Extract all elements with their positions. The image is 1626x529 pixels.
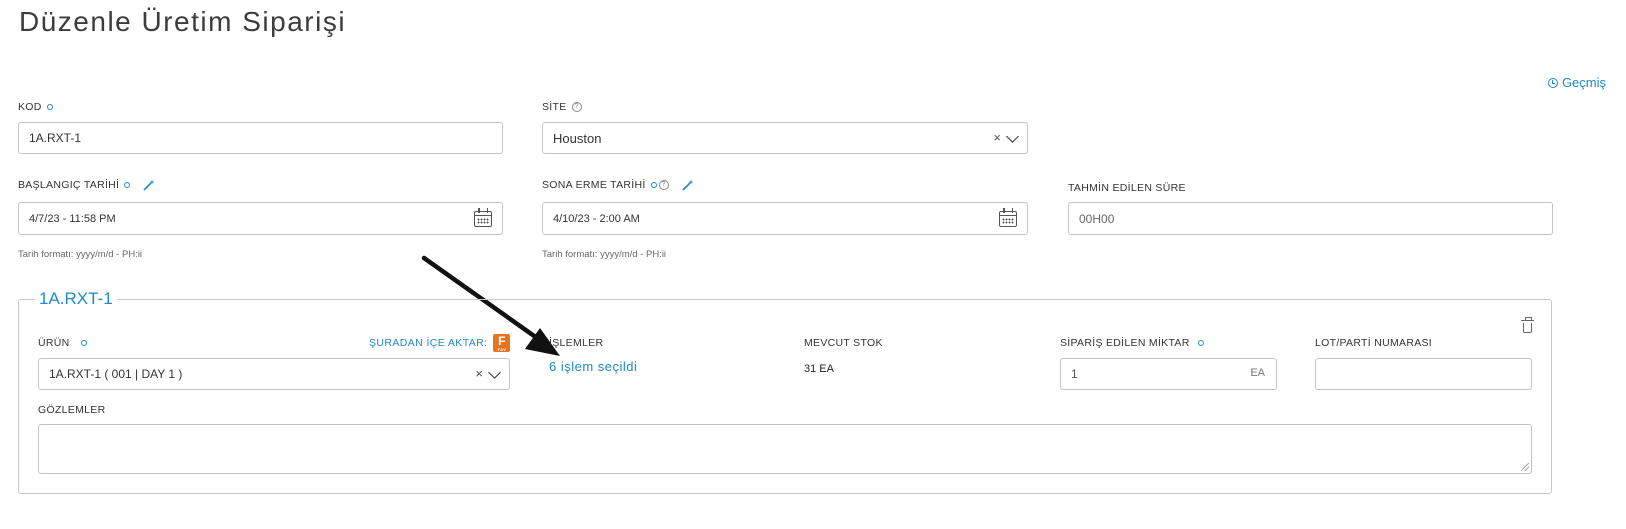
notes-textarea[interactable] xyxy=(38,424,1532,474)
magic-wand-icon[interactable] xyxy=(682,179,694,191)
resize-handle-icon[interactable] xyxy=(1521,463,1529,471)
start-date-label-text: BAŞLANGIÇ TARİHİ xyxy=(18,179,120,191)
duration-label-text: TAHMİN EDİLEN SÜRE xyxy=(1068,182,1186,194)
help-icon[interactable]: ? xyxy=(571,102,582,112)
start-date-value: 4/7/23 - 11:58 PM xyxy=(29,212,116,225)
end-date-value: 4/10/23 - 2:00 AM xyxy=(553,212,640,225)
kod-label-text: KOD xyxy=(18,101,42,113)
required-icon xyxy=(46,104,53,110)
trash-icon[interactable] xyxy=(1521,317,1534,333)
import-from-link[interactable]: ŞURADAN İÇE AKTAR: F FAV xyxy=(369,334,511,352)
ordered-qty-input[interactable]: 1 EA xyxy=(1060,358,1277,390)
lot-label: LOT/PARTİ NUMARASI xyxy=(1315,337,1432,349)
history-link[interactable]: Geçmiş xyxy=(1547,75,1606,90)
calendar-icon[interactable] xyxy=(999,208,1017,227)
stock-value: 31 EA xyxy=(804,363,834,375)
lot-input[interactable] xyxy=(1315,358,1532,390)
help-icon[interactable]: ? xyxy=(658,180,669,190)
history-label: Geçmiş xyxy=(1561,75,1606,90)
notes-label: GÖZLEMLER xyxy=(38,404,105,416)
operations-label: İŞLEMLER xyxy=(549,337,603,349)
ordered-qty-value: 1 xyxy=(1071,367,1078,381)
clear-icon[interactable]: × xyxy=(475,366,483,381)
start-date-input[interactable]: 4/7/23 - 11:58 PM xyxy=(18,202,503,235)
magic-wand-icon[interactable] xyxy=(143,179,155,191)
chevron-down-icon[interactable] xyxy=(488,366,501,379)
product-select-value: 1A.RXT-1 ( 001 | DAY 1 ) xyxy=(49,367,183,381)
chevron-down-icon[interactable] xyxy=(1006,130,1019,143)
operations-label-text: İŞLEMLER xyxy=(549,337,604,349)
site-select-value: Houston xyxy=(553,130,602,146)
end-date-input[interactable]: 4/10/23 - 2:00 AM xyxy=(542,202,1028,235)
required-icon xyxy=(1197,340,1204,346)
clear-icon[interactable]: × xyxy=(993,130,1001,145)
required-icon xyxy=(124,182,131,188)
site-select[interactable]: Houston × xyxy=(542,122,1028,154)
kod-input[interactable]: 1A.RXT-1 xyxy=(18,122,503,154)
clock-icon xyxy=(1547,77,1558,88)
ordered-qty-unit: EA xyxy=(1250,367,1265,379)
start-date-hint: Tarih formatı: yyyy/m/d - PH:ii xyxy=(18,249,143,260)
site-label: SİTE ? xyxy=(542,101,582,113)
end-date-label-text: SONA ERME TARİHİ xyxy=(542,179,646,191)
duration-input[interactable]: 00H00 xyxy=(1068,202,1553,235)
notes-label-text: GÖZLEMLER xyxy=(38,404,106,416)
required-icon xyxy=(80,340,87,346)
site-label-text: SİTE xyxy=(542,101,567,113)
operations-selected-link[interactable]: 6 işlem seçildi xyxy=(549,359,637,374)
page-title: Düzenle Üretim Siparişi xyxy=(19,6,347,37)
duration-label: TAHMİN EDİLEN SÜRE xyxy=(1068,182,1186,194)
kod-label: KOD xyxy=(18,101,53,113)
stock-label: MEVCUT STOK xyxy=(804,337,883,349)
product-label-text: ÜRÜN xyxy=(38,337,70,349)
fav-import-icon[interactable]: F FAV xyxy=(493,334,511,352)
ordered-qty-label-text: SİPARİŞ EDİLEN MİKTAR xyxy=(1060,337,1190,349)
lot-label-text: LOT/PARTİ NUMARASI xyxy=(1315,337,1433,349)
start-date-label: BAŞLANGIÇ TARİHİ xyxy=(18,179,155,191)
product-select[interactable]: 1A.RXT-1 ( 001 | DAY 1 ) × xyxy=(38,358,510,390)
stock-label-text: MEVCUT STOK xyxy=(804,337,883,349)
import-from-label: ŞURADAN İÇE AKTAR: xyxy=(369,337,488,349)
end-date-label: SONA ERME TARİHİ ? xyxy=(542,179,694,191)
calendar-icon[interactable] xyxy=(474,208,492,227)
required-icon xyxy=(650,182,657,188)
order-line-legend: 1A.RXT-1 xyxy=(35,289,117,309)
product-label: ÜRÜN xyxy=(38,337,87,349)
ordered-qty-label: SİPARİŞ EDİLEN MİKTAR xyxy=(1060,337,1204,349)
